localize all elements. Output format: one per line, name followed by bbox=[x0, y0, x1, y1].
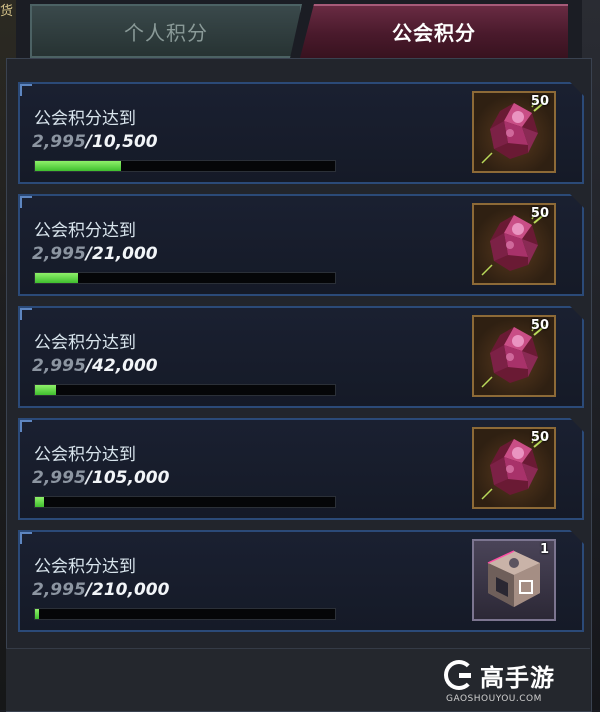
reward-progress-text: 2,995/210,000 bbox=[32, 580, 169, 600]
reward-progress-text: 2,995/42,000 bbox=[32, 356, 158, 376]
reward-row[interactable]: 公会积分达到 2,995/105,000 50 bbox=[18, 418, 584, 520]
reward-progress-text: 2,995/105,000 bbox=[32, 468, 169, 488]
progress-bar bbox=[34, 608, 336, 620]
reward-row[interactable]: 公会积分达到 2,995/42,000 50 bbox=[18, 306, 584, 408]
current-points: 2,995 bbox=[32, 468, 86, 488]
reward-progress-text: 2,995/21,000 bbox=[32, 244, 158, 264]
progress-bar bbox=[34, 160, 336, 172]
reward-progress-text: 2,995/10,500 bbox=[32, 132, 158, 152]
reward-row[interactable]: 公会积分达到 2,995/21,000 50 bbox=[18, 194, 584, 296]
goal-points: 21,000 bbox=[92, 244, 158, 264]
tab-guild-points[interactable]: 公会积分 bbox=[300, 4, 568, 58]
tab-guild-points-label: 公会积分 bbox=[392, 20, 476, 45]
reward-condition-label: 公会积分达到 bbox=[34, 221, 136, 241]
goal-points: 210,000 bbox=[92, 580, 170, 600]
reward-item-slot[interactable]: 50 bbox=[472, 91, 556, 173]
progress-bar bbox=[34, 384, 336, 396]
progress-bar bbox=[34, 272, 336, 284]
current-points: 2,995 bbox=[32, 244, 86, 264]
watermark-logo-icon bbox=[444, 660, 474, 690]
reward-quantity: 50 bbox=[530, 430, 549, 445]
current-points: 2,995 bbox=[32, 580, 86, 600]
goal-points: 10,500 bbox=[92, 132, 158, 152]
watermark-name: 高手游 bbox=[480, 664, 555, 692]
progress-bar-fill bbox=[35, 161, 121, 171]
reward-row[interactable]: 公会积分达到 2,995/10,500 50 bbox=[18, 82, 584, 184]
tab-personal-points-label: 个人积分 bbox=[124, 20, 208, 45]
reward-condition-label: 公会积分达到 bbox=[34, 557, 136, 577]
goal-points: 105,000 bbox=[92, 468, 170, 488]
reward-quantity: 50 bbox=[530, 318, 549, 333]
reward-condition-label: 公会积分达到 bbox=[34, 445, 136, 465]
reward-list[interactable]: 公会积分达到 2,995/10,500 50 公会积分达到 2,995/21,0… bbox=[18, 82, 584, 642]
current-points: 2,995 bbox=[32, 356, 86, 376]
reward-condition-label: 公会积分达到 bbox=[34, 109, 136, 129]
progress-bar-fill bbox=[35, 497, 44, 507]
progress-bar-fill bbox=[35, 385, 56, 395]
background-glyph: 货 bbox=[0, 4, 14, 19]
reward-row[interactable]: 公会积分达到 2,995/210,000 1 bbox=[18, 530, 584, 632]
reward-quantity: 50 bbox=[530, 206, 549, 221]
progress-bar-fill bbox=[35, 273, 78, 283]
reward-item-slot[interactable]: 1 bbox=[472, 539, 556, 621]
progress-bar bbox=[34, 496, 336, 508]
reward-item-slot[interactable]: 50 bbox=[472, 203, 556, 285]
watermark-site: GAOSHOUYOU.COM bbox=[446, 694, 542, 704]
reward-item-slot[interactable]: 50 bbox=[472, 427, 556, 509]
watermark: 高手游 GAOSHOUYOU.COM bbox=[444, 658, 586, 706]
reward-quantity: 1 bbox=[539, 542, 549, 557]
goal-points: 42,000 bbox=[92, 356, 158, 376]
tab-personal-points[interactable]: 个人积分 bbox=[30, 4, 302, 58]
current-points: 2,995 bbox=[32, 132, 86, 152]
progress-bar-fill bbox=[35, 609, 39, 619]
reward-quantity: 50 bbox=[530, 94, 549, 109]
reward-item-slot[interactable]: 50 bbox=[472, 315, 556, 397]
reward-condition-label: 公会积分达到 bbox=[34, 333, 136, 353]
